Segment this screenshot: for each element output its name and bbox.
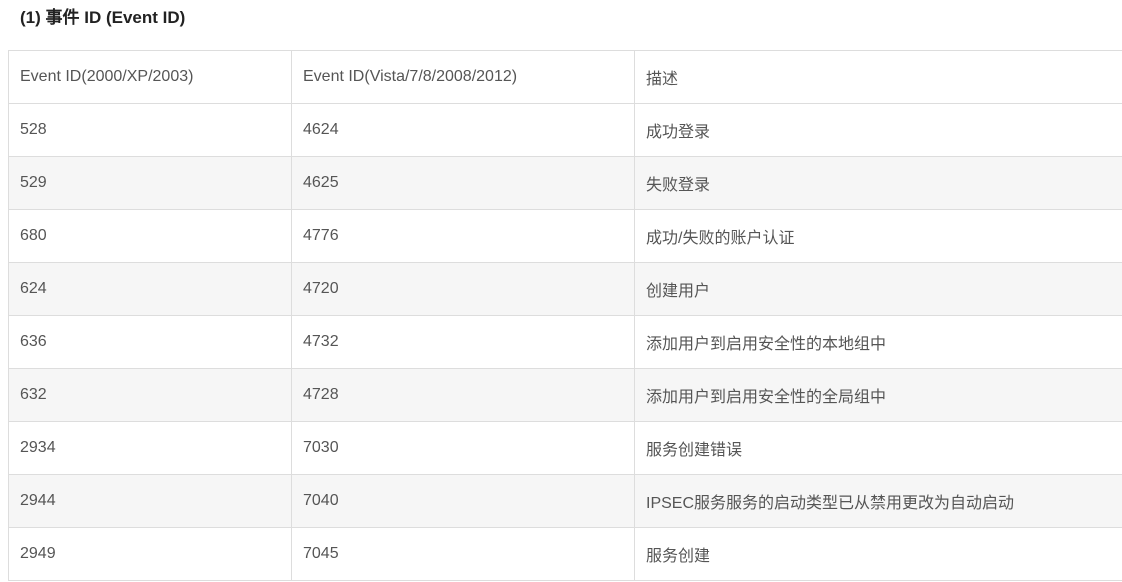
table-row: 528 4624 成功登录	[8, 103, 1122, 157]
cell-description: 添加用户到启用安全性的全局组中	[634, 368, 1122, 422]
header-cell-modern-id: Event ID(Vista/7/8/2008/2012)	[291, 50, 635, 104]
cell-modern-id: 4776	[291, 209, 635, 263]
cell-description: 添加用户到启用安全性的本地组中	[634, 315, 1122, 369]
table-row: 2944 7040 IPSEC服务服务的启动类型已从禁用更改为自动启动	[8, 474, 1122, 528]
header-cell-description: 描述	[634, 50, 1122, 104]
table-row: 636 4732 添加用户到启用安全性的本地组中	[8, 315, 1122, 369]
cell-legacy-id: 2949	[8, 527, 292, 581]
table-row: 680 4776 成功/失败的账户认证	[8, 209, 1122, 263]
cell-legacy-id: 2944	[8, 474, 292, 528]
cell-description: 成功/失败的账户认证	[634, 209, 1122, 263]
cell-legacy-id: 624	[8, 262, 292, 316]
table-header-row: Event ID(2000/XP/2003) Event ID(Vista/7/…	[8, 50, 1122, 104]
header-cell-legacy-id: Event ID(2000/XP/2003)	[8, 50, 292, 104]
cell-description: 失败登录	[634, 156, 1122, 210]
cell-modern-id: 7030	[291, 421, 635, 475]
event-id-table-container: Event ID(2000/XP/2003) Event ID(Vista/7/…	[8, 50, 1122, 581]
cell-modern-id: 4728	[291, 368, 635, 422]
cell-modern-id: 7045	[291, 527, 635, 581]
cell-modern-id: 4624	[291, 103, 635, 157]
cell-legacy-id: 2934	[8, 421, 292, 475]
table-row: 2949 7045 服务创建	[8, 527, 1122, 581]
cell-legacy-id: 632	[8, 368, 292, 422]
cell-legacy-id: 680	[8, 209, 292, 263]
table-row: 529 4625 失败登录	[8, 156, 1122, 210]
table-row: 2934 7030 服务创建错误	[8, 421, 1122, 475]
cell-legacy-id: 529	[8, 156, 292, 210]
event-id-table: Event ID(2000/XP/2003) Event ID(Vista/7/…	[8, 50, 1122, 581]
table-body: Event ID(2000/XP/2003) Event ID(Vista/7/…	[8, 50, 1122, 581]
cell-description: 服务创建	[634, 527, 1122, 581]
table-row: 632 4728 添加用户到启用安全性的全局组中	[8, 368, 1122, 422]
cell-description: 服务创建错误	[634, 421, 1122, 475]
table-row: 624 4720 创建用户	[8, 262, 1122, 316]
cell-modern-id: 4732	[291, 315, 635, 369]
cell-modern-id: 4720	[291, 262, 635, 316]
cell-description: 创建用户	[634, 262, 1122, 316]
cell-description: IPSEC服务服务的启动类型已从禁用更改为自动启动	[634, 474, 1122, 528]
cell-legacy-id: 528	[8, 103, 292, 157]
section-heading: (1) 事件 ID (Event ID)	[20, 8, 186, 27]
cell-description: 成功登录	[634, 103, 1122, 157]
cell-legacy-id: 636	[8, 315, 292, 369]
cell-modern-id: 4625	[291, 156, 635, 210]
cell-modern-id: 7040	[291, 474, 635, 528]
